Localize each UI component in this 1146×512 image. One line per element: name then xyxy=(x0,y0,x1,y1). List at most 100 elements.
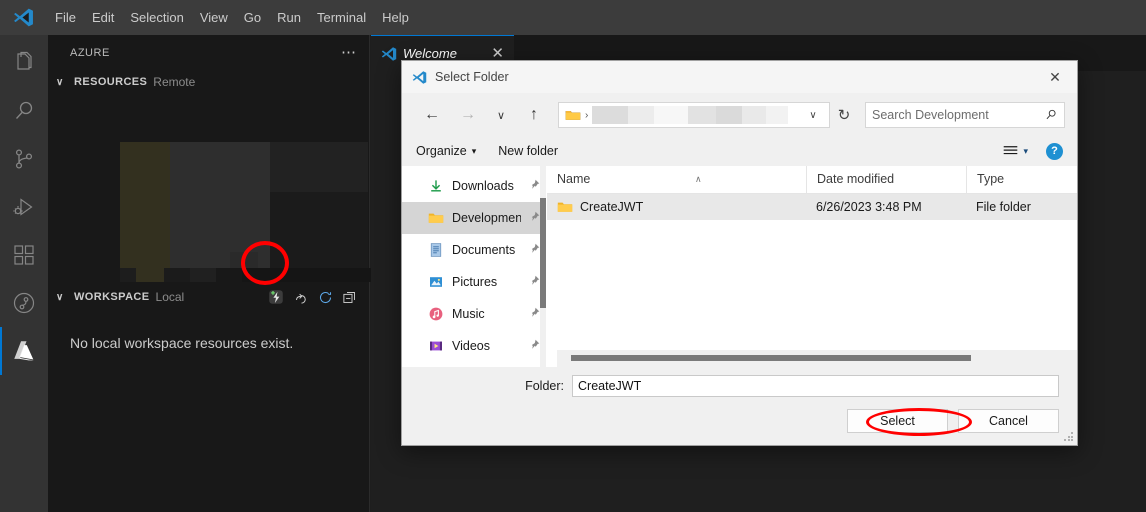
column-header-name[interactable]: Name ∧ xyxy=(547,166,806,193)
tree-item-downloads[interactable]: Downloads xyxy=(402,170,546,202)
pictures-icon xyxy=(428,274,444,290)
menu-run[interactable]: Run xyxy=(269,0,309,35)
vscode-logo-icon xyxy=(381,46,397,62)
tree-item-label: Pictures xyxy=(452,275,498,289)
dialog-nav-toolbar: ← → ∨ ↑ › ∨ ↻ Search Development xyxy=(402,93,1077,137)
file-list-hscrollbar-track[interactable] xyxy=(557,350,1077,367)
run-debug-icon[interactable] xyxy=(0,183,48,231)
videos-icon xyxy=(428,338,444,354)
tree-item-videos[interactable]: Videos xyxy=(402,330,546,362)
chevron-down-icon: ∨ xyxy=(56,291,64,303)
menu-terminal[interactable]: Terminal xyxy=(309,0,374,35)
menu-file[interactable]: File xyxy=(47,0,84,35)
vscode-logo-icon xyxy=(412,70,427,85)
folder-label: Folder: xyxy=(525,379,564,393)
pin-icon[interactable] xyxy=(529,179,540,193)
dialog-body: Downloads Development Documents Pictures… xyxy=(402,166,1077,367)
close-icon[interactable]: ✕ xyxy=(1033,61,1077,93)
tree-item-label: Videos xyxy=(452,339,490,353)
view-options-icon[interactable] xyxy=(1002,144,1019,158)
deploy-icon[interactable] xyxy=(294,290,309,305)
close-icon[interactable]: ✕ xyxy=(491,46,504,61)
section-resources[interactable]: ∨ RESOURCES Remote xyxy=(48,70,369,94)
table-row[interactable]: CreateJWT 6/26/2023 3:48 PM File folder xyxy=(547,194,1077,220)
select-button[interactable]: Select xyxy=(847,409,948,433)
create-function-icon[interactable] xyxy=(267,288,285,306)
search-icon[interactable] xyxy=(0,87,48,135)
address-bar[interactable]: › ∨ xyxy=(558,102,830,128)
search-icon[interactable] xyxy=(1044,108,1058,122)
more-actions-icon[interactable]: ⋯ xyxy=(341,45,357,60)
collapse-all-icon[interactable] xyxy=(342,290,357,305)
menu-go[interactable]: Go xyxy=(236,0,269,35)
pin-icon[interactable] xyxy=(529,307,540,321)
circle-branch-icon[interactable] xyxy=(0,279,48,327)
file-name: CreateJWT xyxy=(580,200,644,214)
files-icon[interactable] xyxy=(0,39,48,87)
azure-logo-icon[interactable] xyxy=(0,327,48,375)
tree-item-pictures[interactable]: Pictures xyxy=(402,266,546,298)
section-resources-label: RESOURCES xyxy=(74,76,148,88)
organize-button[interactable]: Organize ▾ xyxy=(416,144,486,158)
sidebar-header: AZURE ⋯ xyxy=(48,35,369,70)
file-list-hscrollbar-thumb[interactable] xyxy=(571,355,971,361)
tree-item-development[interactable]: Development xyxy=(402,202,546,234)
folder-icon xyxy=(565,108,581,122)
view-dropdown-icon[interactable]: ▾ xyxy=(1023,146,1028,157)
tree-scrollbar-track[interactable] xyxy=(540,166,546,367)
menu-edit[interactable]: Edit xyxy=(84,0,122,35)
source-control-icon[interactable] xyxy=(0,135,48,183)
forward-button[interactable]: → xyxy=(450,100,486,130)
tree-item-documents[interactable]: Documents xyxy=(402,234,546,266)
dialog-buttons: Select Cancel xyxy=(402,397,1077,433)
help-button[interactable]: ? xyxy=(1046,142,1063,160)
menu-bar: File Edit Selection View Go Run Terminal… xyxy=(0,0,1146,35)
back-button[interactable]: ← xyxy=(414,100,450,130)
breadcrumb-separator: › xyxy=(585,109,589,121)
refresh-icon[interactable]: ↻ xyxy=(830,106,858,124)
redacted-resources-list xyxy=(120,142,374,282)
column-label: Type xyxy=(977,172,1005,186)
dialog-title: Select Folder xyxy=(435,70,509,84)
folder-input[interactable] xyxy=(572,375,1059,397)
pin-icon[interactable] xyxy=(529,211,540,225)
search-box[interactable] xyxy=(865,102,1065,128)
section-workspace-label: WORKSPACE xyxy=(74,291,150,303)
resize-grip[interactable] xyxy=(1064,432,1074,442)
file-list-header: Name ∧ Date modified Type xyxy=(547,166,1077,194)
cancel-button[interactable]: Cancel xyxy=(958,409,1059,433)
view-controls: ▾ ? xyxy=(1002,142,1063,160)
address-dropdown-icon[interactable]: ∨ xyxy=(801,110,825,121)
pin-icon[interactable] xyxy=(529,339,540,353)
tree-item-label: Music xyxy=(452,307,485,321)
dialog-footer: Folder: Select Cancel xyxy=(402,367,1077,445)
section-workspace[interactable]: ∨ WORKSPACE Local xyxy=(48,285,369,309)
menu-selection[interactable]: Selection xyxy=(122,0,191,35)
folder-row: Folder: xyxy=(402,367,1077,397)
menu-view[interactable]: View xyxy=(192,0,236,35)
tree-scrollbar-thumb[interactable] xyxy=(540,198,546,308)
extensions-icon[interactable] xyxy=(0,231,48,279)
file-list-pane: Name ∧ Date modified Type CreateJWT 6/26… xyxy=(547,166,1077,367)
menu-help[interactable]: Help xyxy=(374,0,417,35)
new-folder-button[interactable]: New folder xyxy=(486,144,568,158)
search-input[interactable] xyxy=(872,108,1044,122)
folder-icon xyxy=(557,200,573,214)
documents-icon xyxy=(428,242,444,258)
refresh-icon[interactable] xyxy=(318,290,333,305)
workspace-empty-message: No local workspace resources exist. xyxy=(70,335,294,351)
pin-icon[interactable] xyxy=(529,243,540,257)
chevron-down-icon: ▾ xyxy=(471,145,477,156)
workspace-actions xyxy=(267,288,369,306)
pin-icon[interactable] xyxy=(529,275,540,289)
recent-locations-button[interactable]: ∨ xyxy=(486,100,516,130)
tree-item-label: Documents xyxy=(452,243,516,257)
chevron-down-icon: ∨ xyxy=(56,76,64,88)
up-button[interactable]: ↑ xyxy=(516,100,552,130)
breadcrumb-path-redacted[interactable] xyxy=(592,106,797,124)
column-header-date-modified[interactable]: Date modified xyxy=(806,166,966,193)
column-header-type[interactable]: Type xyxy=(966,166,1077,193)
organize-label: Organize xyxy=(416,144,467,158)
tree-item-music[interactable]: Music xyxy=(402,298,546,330)
select-folder-dialog: Select Folder ✕ ← → ∨ ↑ › ∨ ↻ Search Dev… xyxy=(401,60,1078,446)
